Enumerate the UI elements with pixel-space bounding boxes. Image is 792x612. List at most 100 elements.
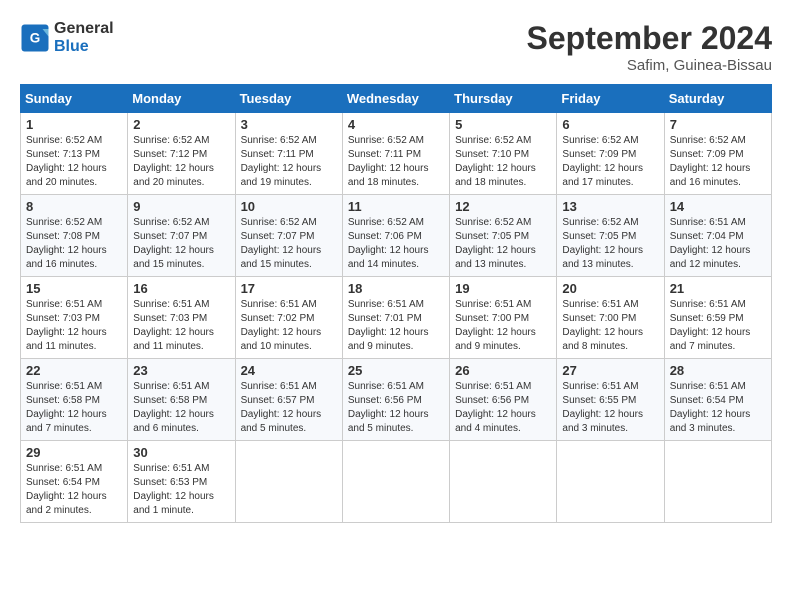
day-cell-23: 23Sunrise: 6:51 AM Sunset: 6:58 PM Dayli…	[128, 359, 235, 441]
day-cell-17: 17 Sunrise: 6:51 AM Sunset: 7:02 PM Dayli…	[235, 277, 342, 359]
day-info: Sunrise: 6:52 AM Sunset: 7:05 PM Dayligh…	[455, 216, 551, 272]
day-number: 24	[241, 363, 337, 378]
day-number: 30	[133, 445, 229, 460]
location-subtitle: Safim, Guinea-Bissau	[527, 57, 772, 74]
day-number: 18	[348, 281, 444, 296]
day-cell-12: 12Sunrise: 6:52 AM Sunset: 7:05 PM Dayli…	[450, 195, 557, 277]
day-info: Sunrise: 6:52 AM Sunset: 7:09 PM Dayligh…	[562, 134, 658, 190]
day-info: Sunrise: 6:51 AM Sunset: 6:53 PM Dayligh…	[133, 462, 229, 518]
day-number: 5	[455, 117, 551, 132]
logo-text: GeneralBlue	[54, 20, 114, 56]
logo: G GeneralBlue	[20, 20, 114, 56]
day-info: Sunrise: 6:52 AM Sunset: 7:13 PM Dayligh…	[26, 134, 122, 190]
empty-cell	[342, 441, 449, 523]
day-cell-21: 21 Sunrise: 6:51 AM Sunset: 6:59 PM Dayli…	[664, 277, 771, 359]
month-title: September 2024	[527, 20, 772, 57]
day-number: 7	[670, 117, 766, 132]
day-info: Sunrise: 6:52 AM Sunset: 7:12 PM Dayligh…	[133, 134, 229, 190]
day-cell-15: 15 Sunrise: 6:51 AM Sunset: 7:03 PM Dayli…	[21, 277, 128, 359]
day-cell-27: 27 Sunrise: 6:51 AM Sunset: 6:55 PM Dayli…	[557, 359, 664, 441]
day-number: 2	[133, 117, 229, 132]
day-info: Sunrise: 6:51 AM Sunset: 6:56 PM Dayligh…	[348, 380, 444, 436]
column-header-thursday: Thursday	[450, 85, 557, 113]
page-header: G GeneralBlue September 2024 Safim, Guin…	[20, 20, 772, 74]
day-info: Sunrise: 6:51 AM Sunset: 7:03 PM Dayligh…	[133, 298, 229, 354]
day-info: Sunrise: 6:51 AM Sunset: 6:54 PM Dayligh…	[26, 462, 122, 518]
day-number: 26	[455, 363, 551, 378]
day-info: Sunrise: 6:51 AM Sunset: 7:03 PM Dayligh…	[26, 298, 122, 354]
day-info: Sunrise: 6:51 AM Sunset: 7:04 PM Dayligh…	[670, 216, 766, 272]
day-number: 19	[455, 281, 551, 296]
calendar-week-1: 1 Sunrise: 6:52 AM Sunset: 7:13 PM Daylig…	[21, 113, 772, 195]
day-info: Sunrise: 6:51 AM Sunset: 6:57 PM Dayligh…	[241, 380, 337, 436]
day-cell-14: 14 Sunrise: 6:51 AM Sunset: 7:04 PM Dayli…	[664, 195, 771, 277]
day-number: 22	[26, 363, 122, 378]
day-cell-30: 30 Sunrise: 6:51 AM Sunset: 6:53 PM Dayli…	[128, 441, 235, 523]
day-info: Sunrise: 6:51 AM Sunset: 7:02 PM Dayligh…	[241, 298, 337, 354]
calendar-week-5: 29 Sunrise: 6:51 AM Sunset: 6:54 PM Dayli…	[21, 441, 772, 523]
day-cell-10: 10Sunrise: 6:52 AM Sunset: 7:07 PM Dayli…	[235, 195, 342, 277]
day-number: 9	[133, 199, 229, 214]
calendar-table: SundayMondayTuesdayWednesdayThursdayFrid…	[20, 84, 772, 523]
day-cell-7: 7 Sunrise: 6:52 AM Sunset: 7:09 PM Daylig…	[664, 113, 771, 195]
day-info: Sunrise: 6:51 AM Sunset: 6:55 PM Dayligh…	[562, 380, 658, 436]
day-number: 20	[562, 281, 658, 296]
calendar-week-2: 8Sunrise: 6:52 AM Sunset: 7:08 PM Daylig…	[21, 195, 772, 277]
day-number: 3	[241, 117, 337, 132]
day-info: Sunrise: 6:52 AM Sunset: 7:11 PM Dayligh…	[348, 134, 444, 190]
empty-cell	[450, 441, 557, 523]
day-cell-3: 3 Sunrise: 6:52 AM Sunset: 7:11 PM Daylig…	[235, 113, 342, 195]
day-cell-18: 18 Sunrise: 6:51 AM Sunset: 7:01 PM Dayli…	[342, 277, 449, 359]
empty-cell	[664, 441, 771, 523]
column-header-friday: Friday	[557, 85, 664, 113]
day-number: 11	[348, 199, 444, 214]
day-number: 27	[562, 363, 658, 378]
day-info: Sunrise: 6:52 AM Sunset: 7:07 PM Dayligh…	[133, 216, 229, 272]
day-cell-8: 8Sunrise: 6:52 AM Sunset: 7:08 PM Daylig…	[21, 195, 128, 277]
day-cell-25: 25 Sunrise: 6:51 AM Sunset: 6:56 PM Dayli…	[342, 359, 449, 441]
day-cell-19: 19 Sunrise: 6:51 AM Sunset: 7:00 PM Dayli…	[450, 277, 557, 359]
svg-text:G: G	[30, 31, 41, 46]
day-number: 14	[670, 199, 766, 214]
day-number: 4	[348, 117, 444, 132]
day-number: 23	[133, 363, 229, 378]
day-cell-2: 2 Sunrise: 6:52 AM Sunset: 7:12 PM Daylig…	[128, 113, 235, 195]
day-cell-16: 16 Sunrise: 6:51 AM Sunset: 7:03 PM Dayli…	[128, 277, 235, 359]
calendar-header-row: SundayMondayTuesdayWednesdayThursdayFrid…	[21, 85, 772, 113]
day-cell-28: 28Sunrise: 6:51 AM Sunset: 6:54 PM Dayli…	[664, 359, 771, 441]
day-info: Sunrise: 6:51 AM Sunset: 6:56 PM Dayligh…	[455, 380, 551, 436]
day-number: 25	[348, 363, 444, 378]
day-number: 13	[562, 199, 658, 214]
day-info: Sunrise: 6:52 AM Sunset: 7:09 PM Dayligh…	[670, 134, 766, 190]
day-cell-5: 5Sunrise: 6:52 AM Sunset: 7:10 PM Daylig…	[450, 113, 557, 195]
day-cell-1: 1 Sunrise: 6:52 AM Sunset: 7:13 PM Daylig…	[21, 113, 128, 195]
day-info: Sunrise: 6:52 AM Sunset: 7:06 PM Dayligh…	[348, 216, 444, 272]
day-cell-20: 20 Sunrise: 6:51 AM Sunset: 7:00 PM Dayli…	[557, 277, 664, 359]
day-number: 28	[670, 363, 766, 378]
day-number: 17	[241, 281, 337, 296]
day-info: Sunrise: 6:51 AM Sunset: 7:01 PM Dayligh…	[348, 298, 444, 354]
day-number: 16	[133, 281, 229, 296]
day-cell-6: 6 Sunrise: 6:52 AM Sunset: 7:09 PM Daylig…	[557, 113, 664, 195]
day-number: 1	[26, 117, 122, 132]
day-info: Sunrise: 6:51 AM Sunset: 7:00 PM Dayligh…	[455, 298, 551, 354]
day-cell-13: 13 Sunrise: 6:52 AM Sunset: 7:05 PM Dayli…	[557, 195, 664, 277]
day-info: Sunrise: 6:52 AM Sunset: 7:05 PM Dayligh…	[562, 216, 658, 272]
day-cell-4: 4 Sunrise: 6:52 AM Sunset: 7:11 PM Daylig…	[342, 113, 449, 195]
day-number: 15	[26, 281, 122, 296]
calendar-week-4: 22 Sunrise: 6:51 AM Sunset: 6:58 PM Dayli…	[21, 359, 772, 441]
day-number: 29	[26, 445, 122, 460]
column-header-monday: Monday	[128, 85, 235, 113]
day-info: Sunrise: 6:51 AM Sunset: 6:58 PM Dayligh…	[26, 380, 122, 436]
column-header-tuesday: Tuesday	[235, 85, 342, 113]
day-number: 6	[562, 117, 658, 132]
day-info: Sunrise: 6:51 AM Sunset: 7:00 PM Dayligh…	[562, 298, 658, 354]
column-header-saturday: Saturday	[664, 85, 771, 113]
empty-cell	[557, 441, 664, 523]
day-number: 21	[670, 281, 766, 296]
day-number: 10	[241, 199, 337, 214]
day-cell-29: 29 Sunrise: 6:51 AM Sunset: 6:54 PM Dayli…	[21, 441, 128, 523]
day-info: Sunrise: 6:51 AM Sunset: 6:59 PM Dayligh…	[670, 298, 766, 354]
day-info: Sunrise: 6:52 AM Sunset: 7:11 PM Dayligh…	[241, 134, 337, 190]
day-cell-11: 11 Sunrise: 6:52 AM Sunset: 7:06 PM Dayli…	[342, 195, 449, 277]
